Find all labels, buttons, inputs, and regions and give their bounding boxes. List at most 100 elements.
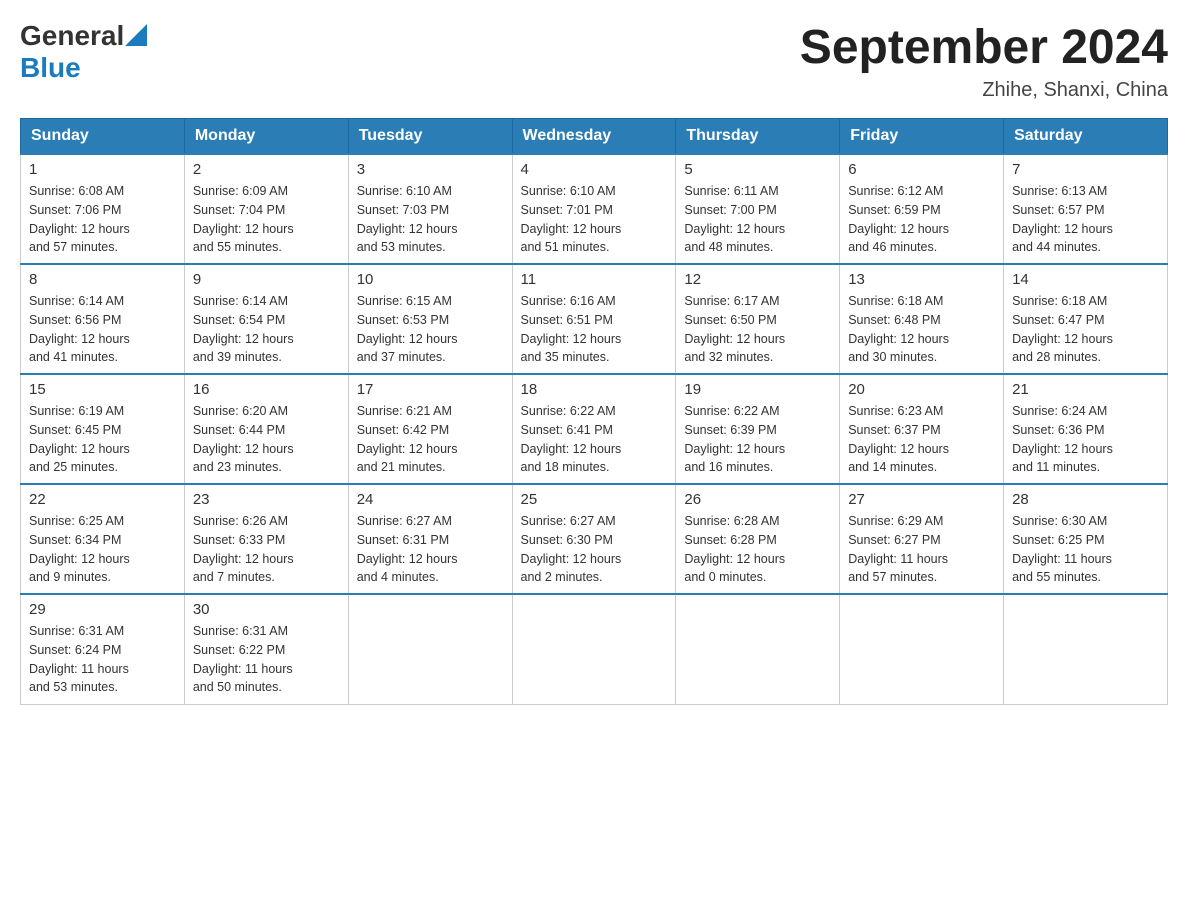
day-number: 21 <box>1012 381 1159 398</box>
day-info: Sunrise: 6:22 AMSunset: 6:41 PMDaylight:… <box>521 402 668 477</box>
day-info: Sunrise: 6:10 AMSunset: 7:01 PMDaylight:… <box>521 182 668 257</box>
calendar-cell: 21 Sunrise: 6:24 AMSunset: 6:36 PMDaylig… <box>1004 374 1168 484</box>
calendar-cell <box>840 594 1004 704</box>
calendar-cell: 4 Sunrise: 6:10 AMSunset: 7:01 PMDayligh… <box>512 154 676 264</box>
day-number: 10 <box>357 271 504 288</box>
calendar-cell: 3 Sunrise: 6:10 AMSunset: 7:03 PMDayligh… <box>348 154 512 264</box>
day-number: 15 <box>29 381 176 398</box>
calendar-cell: 29 Sunrise: 6:31 AMSunset: 6:24 PMDaylig… <box>21 594 185 704</box>
calendar-cell: 7 Sunrise: 6:13 AMSunset: 6:57 PMDayligh… <box>1004 154 1168 264</box>
day-info: Sunrise: 6:31 AMSunset: 6:22 PMDaylight:… <box>193 622 340 697</box>
calendar-table: Sunday Monday Tuesday Wednesday Thursday… <box>20 118 1168 705</box>
calendar-cell: 18 Sunrise: 6:22 AMSunset: 6:41 PMDaylig… <box>512 374 676 484</box>
location: Zhihe, Shanxi, China <box>800 79 1168 102</box>
day-info: Sunrise: 6:10 AMSunset: 7:03 PMDaylight:… <box>357 182 504 257</box>
calendar-cell <box>1004 594 1168 704</box>
calendar-cell: 2 Sunrise: 6:09 AMSunset: 7:04 PMDayligh… <box>184 154 348 264</box>
week-row-3: 15 Sunrise: 6:19 AMSunset: 6:45 PMDaylig… <box>21 374 1168 484</box>
logo-general: General <box>20 20 124 52</box>
calendar-cell: 8 Sunrise: 6:14 AMSunset: 6:56 PMDayligh… <box>21 264 185 374</box>
day-number: 26 <box>684 491 831 508</box>
calendar-cell: 25 Sunrise: 6:27 AMSunset: 6:30 PMDaylig… <box>512 484 676 594</box>
day-number: 24 <box>357 491 504 508</box>
calendar-cell: 14 Sunrise: 6:18 AMSunset: 6:47 PMDaylig… <box>1004 264 1168 374</box>
logo-triangle-icon <box>125 24 147 46</box>
page-header: General Blue September 2024 Zhihe, Shanx… <box>20 20 1168 102</box>
calendar-cell: 23 Sunrise: 6:26 AMSunset: 6:33 PMDaylig… <box>184 484 348 594</box>
day-number: 6 <box>848 161 995 178</box>
header-friday: Friday <box>840 119 1004 155</box>
day-info: Sunrise: 6:09 AMSunset: 7:04 PMDaylight:… <box>193 182 340 257</box>
month-title: September 2024 <box>800 20 1168 75</box>
day-info: Sunrise: 6:15 AMSunset: 6:53 PMDaylight:… <box>357 292 504 367</box>
week-row-4: 22 Sunrise: 6:25 AMSunset: 6:34 PMDaylig… <box>21 484 1168 594</box>
calendar-cell: 27 Sunrise: 6:29 AMSunset: 6:27 PMDaylig… <box>840 484 1004 594</box>
calendar-cell: 9 Sunrise: 6:14 AMSunset: 6:54 PMDayligh… <box>184 264 348 374</box>
week-row-2: 8 Sunrise: 6:14 AMSunset: 6:56 PMDayligh… <box>21 264 1168 374</box>
day-info: Sunrise: 6:27 AMSunset: 6:31 PMDaylight:… <box>357 512 504 587</box>
calendar-cell: 11 Sunrise: 6:16 AMSunset: 6:51 PMDaylig… <box>512 264 676 374</box>
calendar-cell: 10 Sunrise: 6:15 AMSunset: 6:53 PMDaylig… <box>348 264 512 374</box>
calendar-cell: 26 Sunrise: 6:28 AMSunset: 6:28 PMDaylig… <box>676 484 840 594</box>
calendar-cell: 17 Sunrise: 6:21 AMSunset: 6:42 PMDaylig… <box>348 374 512 484</box>
day-number: 20 <box>848 381 995 398</box>
day-number: 17 <box>357 381 504 398</box>
week-row-1: 1 Sunrise: 6:08 AMSunset: 7:06 PMDayligh… <box>21 154 1168 264</box>
day-info: Sunrise: 6:20 AMSunset: 6:44 PMDaylight:… <box>193 402 340 477</box>
day-info: Sunrise: 6:26 AMSunset: 6:33 PMDaylight:… <box>193 512 340 587</box>
day-info: Sunrise: 6:25 AMSunset: 6:34 PMDaylight:… <box>29 512 176 587</box>
day-info: Sunrise: 6:18 AMSunset: 6:47 PMDaylight:… <box>1012 292 1159 367</box>
calendar-cell <box>676 594 840 704</box>
calendar-cell: 13 Sunrise: 6:18 AMSunset: 6:48 PMDaylig… <box>840 264 1004 374</box>
logo-wordmark: General Blue <box>20 20 149 84</box>
day-info: Sunrise: 6:11 AMSunset: 7:00 PMDaylight:… <box>684 182 831 257</box>
day-number: 22 <box>29 491 176 508</box>
day-number: 14 <box>1012 271 1159 288</box>
day-number: 19 <box>684 381 831 398</box>
calendar-cell: 16 Sunrise: 6:20 AMSunset: 6:44 PMDaylig… <box>184 374 348 484</box>
calendar-cell: 28 Sunrise: 6:30 AMSunset: 6:25 PMDaylig… <box>1004 484 1168 594</box>
day-info: Sunrise: 6:23 AMSunset: 6:37 PMDaylight:… <box>848 402 995 477</box>
day-number: 16 <box>193 381 340 398</box>
logo: General Blue <box>20 20 149 84</box>
day-number: 2 <box>193 161 340 178</box>
day-info: Sunrise: 6:29 AMSunset: 6:27 PMDaylight:… <box>848 512 995 587</box>
weekday-header-row: Sunday Monday Tuesday Wednesday Thursday… <box>21 119 1168 155</box>
title-block: September 2024 Zhihe, Shanxi, China <box>800 20 1168 102</box>
calendar-cell: 15 Sunrise: 6:19 AMSunset: 6:45 PMDaylig… <box>21 374 185 484</box>
day-number: 25 <box>521 491 668 508</box>
day-number: 27 <box>848 491 995 508</box>
calendar-cell: 30 Sunrise: 6:31 AMSunset: 6:22 PMDaylig… <box>184 594 348 704</box>
day-info: Sunrise: 6:14 AMSunset: 6:56 PMDaylight:… <box>29 292 176 367</box>
calendar-cell <box>512 594 676 704</box>
day-info: Sunrise: 6:30 AMSunset: 6:25 PMDaylight:… <box>1012 512 1159 587</box>
day-number: 23 <box>193 491 340 508</box>
day-number: 18 <box>521 381 668 398</box>
header-sunday: Sunday <box>21 119 185 155</box>
day-number: 9 <box>193 271 340 288</box>
calendar-cell: 20 Sunrise: 6:23 AMSunset: 6:37 PMDaylig… <box>840 374 1004 484</box>
day-info: Sunrise: 6:12 AMSunset: 6:59 PMDaylight:… <box>848 182 995 257</box>
calendar-cell: 1 Sunrise: 6:08 AMSunset: 7:06 PMDayligh… <box>21 154 185 264</box>
day-info: Sunrise: 6:18 AMSunset: 6:48 PMDaylight:… <box>848 292 995 367</box>
day-number: 13 <box>848 271 995 288</box>
day-info: Sunrise: 6:14 AMSunset: 6:54 PMDaylight:… <box>193 292 340 367</box>
day-info: Sunrise: 6:27 AMSunset: 6:30 PMDaylight:… <box>521 512 668 587</box>
calendar-cell: 24 Sunrise: 6:27 AMSunset: 6:31 PMDaylig… <box>348 484 512 594</box>
day-number: 1 <box>29 161 176 178</box>
day-info: Sunrise: 6:28 AMSunset: 6:28 PMDaylight:… <box>684 512 831 587</box>
day-info: Sunrise: 6:24 AMSunset: 6:36 PMDaylight:… <box>1012 402 1159 477</box>
calendar-cell: 5 Sunrise: 6:11 AMSunset: 7:00 PMDayligh… <box>676 154 840 264</box>
header-wednesday: Wednesday <box>512 119 676 155</box>
calendar-cell: 12 Sunrise: 6:17 AMSunset: 6:50 PMDaylig… <box>676 264 840 374</box>
day-number: 11 <box>521 271 668 288</box>
week-row-5: 29 Sunrise: 6:31 AMSunset: 6:24 PMDaylig… <box>21 594 1168 704</box>
logo-blue: Blue <box>20 52 81 83</box>
calendar-cell <box>348 594 512 704</box>
day-number: 28 <box>1012 491 1159 508</box>
day-number: 3 <box>357 161 504 178</box>
day-info: Sunrise: 6:21 AMSunset: 6:42 PMDaylight:… <box>357 402 504 477</box>
header-saturday: Saturday <box>1004 119 1168 155</box>
day-info: Sunrise: 6:16 AMSunset: 6:51 PMDaylight:… <box>521 292 668 367</box>
header-thursday: Thursday <box>676 119 840 155</box>
